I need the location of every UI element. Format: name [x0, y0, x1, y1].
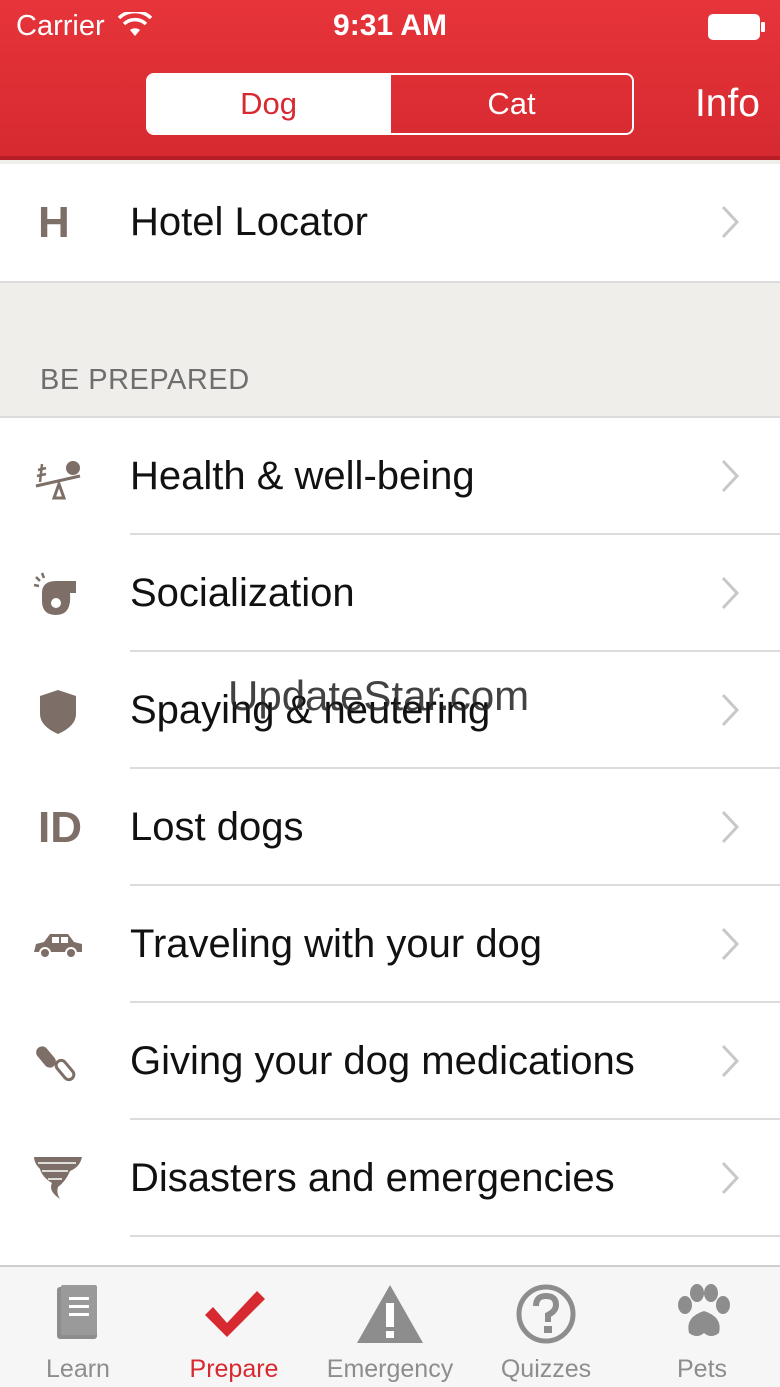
- tab-label: Quizzes: [500, 1355, 592, 1383]
- tab-label: Learn: [46, 1355, 110, 1383]
- checkmark-icon: [205, 1291, 265, 1337]
- watermark: UpdateStar.com: [228, 672, 530, 719]
- tab-emergency[interactable]: Emergency: [312, 1267, 468, 1387]
- tab-label: Pets: [676, 1355, 728, 1383]
- chevron-right-icon: [721, 205, 740, 239]
- list-item-disasters[interactable]: Disasters and emergencies: [0, 1120, 780, 1237]
- nav-header: Carrier 9:31 AM Dog Cat Info: [0, 0, 780, 160]
- tab-quizzes[interactable]: Quizzes: [468, 1267, 624, 1387]
- chevron-right-icon: [721, 459, 740, 493]
- list-item-lost-dogs[interactable]: ID Lost dogs: [0, 769, 780, 886]
- tab-bar: Learn Prepare Emergency Quizzes Pets: [0, 1265, 780, 1387]
- tornado-icon: [34, 1157, 82, 1199]
- tab-prepare[interactable]: Prepare: [156, 1267, 312, 1387]
- shield-icon: [40, 690, 76, 734]
- hotel-locator-row[interactable]: H Hotel Locator: [0, 164, 780, 281]
- car-icon: [34, 934, 82, 959]
- hotel-icon: H: [38, 198, 70, 247]
- whistle-icon: [33, 572, 76, 615]
- tab-pets[interactable]: Pets: [624, 1267, 780, 1387]
- list-item-socialization[interactable]: Socialization: [0, 535, 780, 652]
- id-icon: ID: [38, 803, 82, 852]
- list-item-health[interactable]: Health & well-being: [0, 418, 780, 535]
- list-item-medications[interactable]: Giving your dog medications: [0, 1003, 780, 1120]
- list-item-label: Health & well-being: [130, 454, 475, 498]
- divider: [0, 281, 780, 283]
- section-title: BE PREPARED: [40, 364, 250, 396]
- battery-icon: [708, 14, 765, 40]
- chevron-right-icon: [721, 576, 740, 610]
- status-time: 9:31 AM: [333, 9, 447, 42]
- paw-icon: [678, 1284, 730, 1336]
- info-button[interactable]: Info: [695, 82, 760, 126]
- list-item-label: Socialization: [130, 571, 355, 615]
- warning-icon: [357, 1285, 423, 1343]
- segment-cat[interactable]: Cat: [389, 75, 632, 133]
- tab-label: Emergency: [326, 1355, 454, 1383]
- list-item-label: Giving your dog medications: [130, 1039, 635, 1083]
- list-item-partial: [0, 1237, 780, 1267]
- pill-icon: [36, 1046, 76, 1082]
- seesaw-icon: [35, 461, 81, 500]
- chevron-right-icon: [721, 693, 740, 727]
- tab-learn[interactable]: Learn: [0, 1267, 156, 1387]
- tab-label: Prepare: [189, 1355, 279, 1383]
- segment-dog[interactable]: Dog: [148, 75, 389, 133]
- question-icon: [516, 1284, 576, 1344]
- list-item-label: Lost dogs: [130, 805, 304, 849]
- chevron-right-icon: [721, 1161, 740, 1195]
- chevron-right-icon: [721, 1044, 740, 1078]
- chevron-right-icon: [721, 927, 740, 961]
- book-icon: [57, 1285, 97, 1339]
- hotel-locator-label: Hotel Locator: [130, 200, 368, 244]
- pet-type-segmented-control: Dog Cat: [146, 73, 634, 135]
- status-bar: Carrier 9:31 AM: [0, 0, 780, 54]
- list-item-traveling[interactable]: Traveling with your dog: [0, 886, 780, 1003]
- list-item-label: Traveling with your dog: [130, 922, 543, 966]
- list-item-label: Disasters and emergencies: [130, 1156, 615, 1200]
- chevron-right-icon: [721, 810, 740, 844]
